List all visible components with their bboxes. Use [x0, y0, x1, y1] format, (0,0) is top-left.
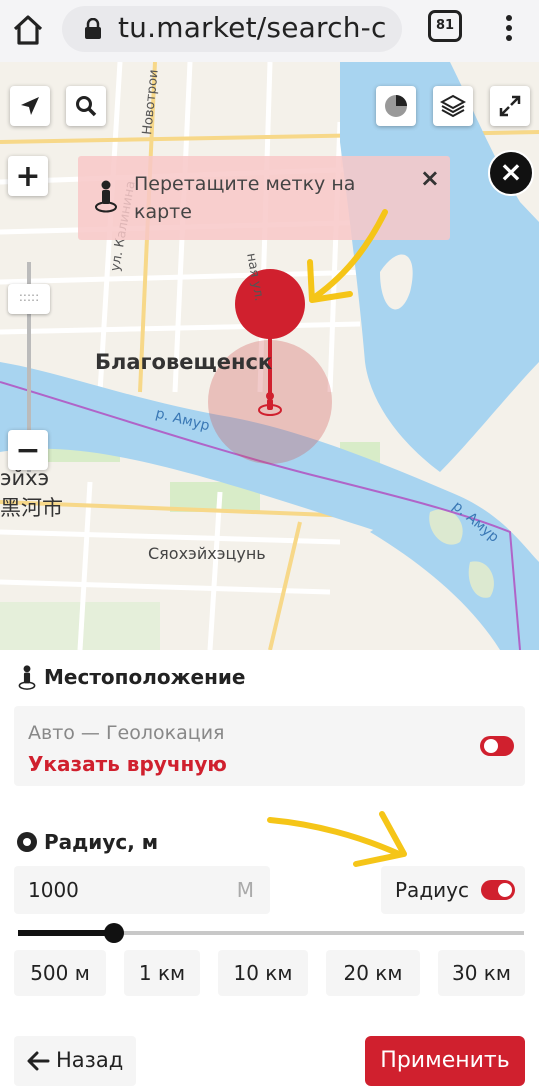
radius-toggle-label: Радиус: [395, 878, 469, 902]
radius-toggle-box[interactable]: Радиус: [381, 866, 525, 914]
map-theme-button[interactable]: [376, 86, 416, 126]
layers-icon: [440, 94, 466, 118]
map-fullscreen-button[interactable]: [490, 86, 530, 126]
back-label: Назад: [56, 1048, 124, 1072]
map-close-button[interactable]: ×: [488, 150, 534, 196]
location-toggle[interactable]: [480, 736, 514, 756]
radius-input[interactable]: 1000 М: [14, 866, 270, 914]
radius-preset-30km[interactable]: 30 км: [438, 950, 525, 996]
zoom-out-button[interactable]: −: [8, 430, 48, 470]
map[interactable]: Новотрои ул. Калинина ная ул. Благовещен…: [0, 62, 539, 650]
radius-preset-20km[interactable]: 20 км: [326, 950, 420, 996]
city-label: Благовещенск: [95, 350, 273, 374]
radius-preset-1km[interactable]: 1 км: [124, 950, 200, 996]
map-label: 黑河市: [0, 496, 63, 520]
browser-bar: tu.market/search-c 81: [0, 0, 539, 62]
home-icon[interactable]: [10, 12, 46, 48]
back-arrow-icon: [27, 1051, 50, 1071]
zoom-slider-handle[interactable]: :::::: [8, 284, 50, 314]
manual-location-link[interactable]: Указать вручную: [28, 752, 227, 776]
hint-close-button[interactable]: ×: [420, 164, 440, 192]
radius-title: Радиус, м: [44, 830, 159, 854]
annotation-arrow: [267, 811, 407, 867]
tabs-icon[interactable]: 81: [428, 10, 462, 42]
locate-button[interactable]: [10, 86, 50, 126]
url-text: tu.market/search-c: [118, 11, 387, 44]
tab-count: 81: [435, 18, 455, 33]
person-pin-icon: [95, 180, 117, 213]
annotation-arrow: [307, 209, 388, 303]
radio-icon: [17, 832, 37, 852]
person-pin-icon: [18, 665, 36, 690]
radius-preset-10km[interactable]: 10 км: [218, 950, 308, 996]
radius-value: 1000: [28, 878, 79, 902]
town-label: Сяохэйхэцунь: [148, 544, 266, 563]
location-box[interactable]: Авто — Геолокация Указать вручную: [14, 706, 525, 786]
map-search-button[interactable]: [66, 86, 106, 126]
radius-slider-fill: [18, 930, 115, 936]
radius-toggle[interactable]: [481, 880, 515, 900]
url-bar[interactable]: tu.market/search-c: [62, 6, 402, 52]
location-mode: Авто — Геолокация: [28, 722, 225, 744]
map-pin-icon[interactable]: [256, 390, 284, 418]
menu-icon[interactable]: [500, 12, 518, 48]
map-layers-button[interactable]: [433, 86, 473, 126]
radius-preset-500m[interactable]: 500 м: [14, 950, 106, 996]
zoom-in-button[interactable]: +: [8, 156, 48, 196]
expand-icon: [499, 95, 521, 117]
theme-icon: [385, 95, 407, 117]
radius-slider-thumb[interactable]: [104, 923, 125, 943]
search-icon: [76, 96, 97, 117]
radius-unit: М: [236, 878, 254, 902]
back-button[interactable]: Назад: [14, 1036, 136, 1086]
location-arrow-icon: [21, 97, 39, 115]
apply-button[interactable]: Применить: [365, 1036, 525, 1086]
lock-icon: [85, 18, 101, 39]
location-title: Местоположение: [44, 665, 246, 689]
